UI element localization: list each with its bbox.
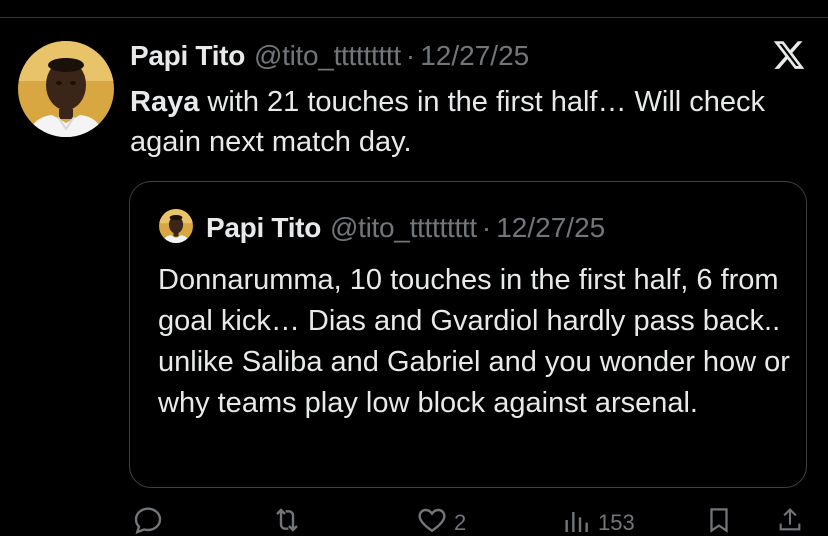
bookmark-button[interactable] — [704, 504, 734, 536]
views-button[interactable]: 153 — [560, 504, 635, 536]
quoted-tweet-header: Papi Tito @tito_ttttttttt · 12/27/25 — [206, 210, 605, 246]
tweet-text-body: with 21 touches in the first half… Will … — [130, 86, 766, 158]
repost-icon — [270, 504, 304, 536]
quoted-author-avatar — [159, 209, 193, 243]
tweet-text-bold: Raya — [130, 86, 200, 118]
views-icon — [560, 504, 592, 536]
author-avatar[interactable] — [18, 41, 114, 137]
tweet-header: Papi Tito @tito_ttttttttt · 12/27/25 — [130, 38, 529, 74]
quoted-tweet-text: Donnarumma, 10 touches in the first half… — [158, 264, 790, 419]
quoted-author-handle: @tito_ttttttttt — [330, 212, 477, 243]
tweet-text: Raya with 21 touches in the first half… … — [130, 82, 790, 162]
views-count: 153 — [598, 510, 635, 535]
quoted-separator-dot: · — [481, 212, 492, 243]
like-count: 2 — [454, 510, 467, 535]
quoted-tweet-card[interactable]: Papi Tito @tito_ttttttttt · 12/27/25 Don… — [129, 181, 807, 488]
heart-icon — [416, 504, 448, 536]
repost-button[interactable] — [270, 504, 304, 536]
author-handle[interactable]: @tito_ttttttttt — [254, 40, 401, 72]
bookmark-icon — [704, 504, 734, 536]
share-icon — [776, 504, 804, 536]
x-logo-icon — [772, 38, 806, 72]
share-button[interactable] — [776, 504, 804, 536]
tweet-date[interactable]: 12/27/25 — [420, 40, 529, 72]
reply-icon — [132, 504, 164, 536]
action-bar: 2 153 — [0, 504, 828, 536]
quoted-tweet-date: 12/27/25 — [496, 212, 606, 243]
like-button[interactable]: 2 — [416, 504, 466, 536]
separator-dot: · — [405, 40, 416, 71]
quoted-author-name: Papi Tito — [206, 212, 322, 243]
author-name[interactable]: Papi Tito — [130, 40, 245, 72]
top-divider — [0, 17, 828, 18]
reply-button[interactable] — [132, 504, 164, 536]
